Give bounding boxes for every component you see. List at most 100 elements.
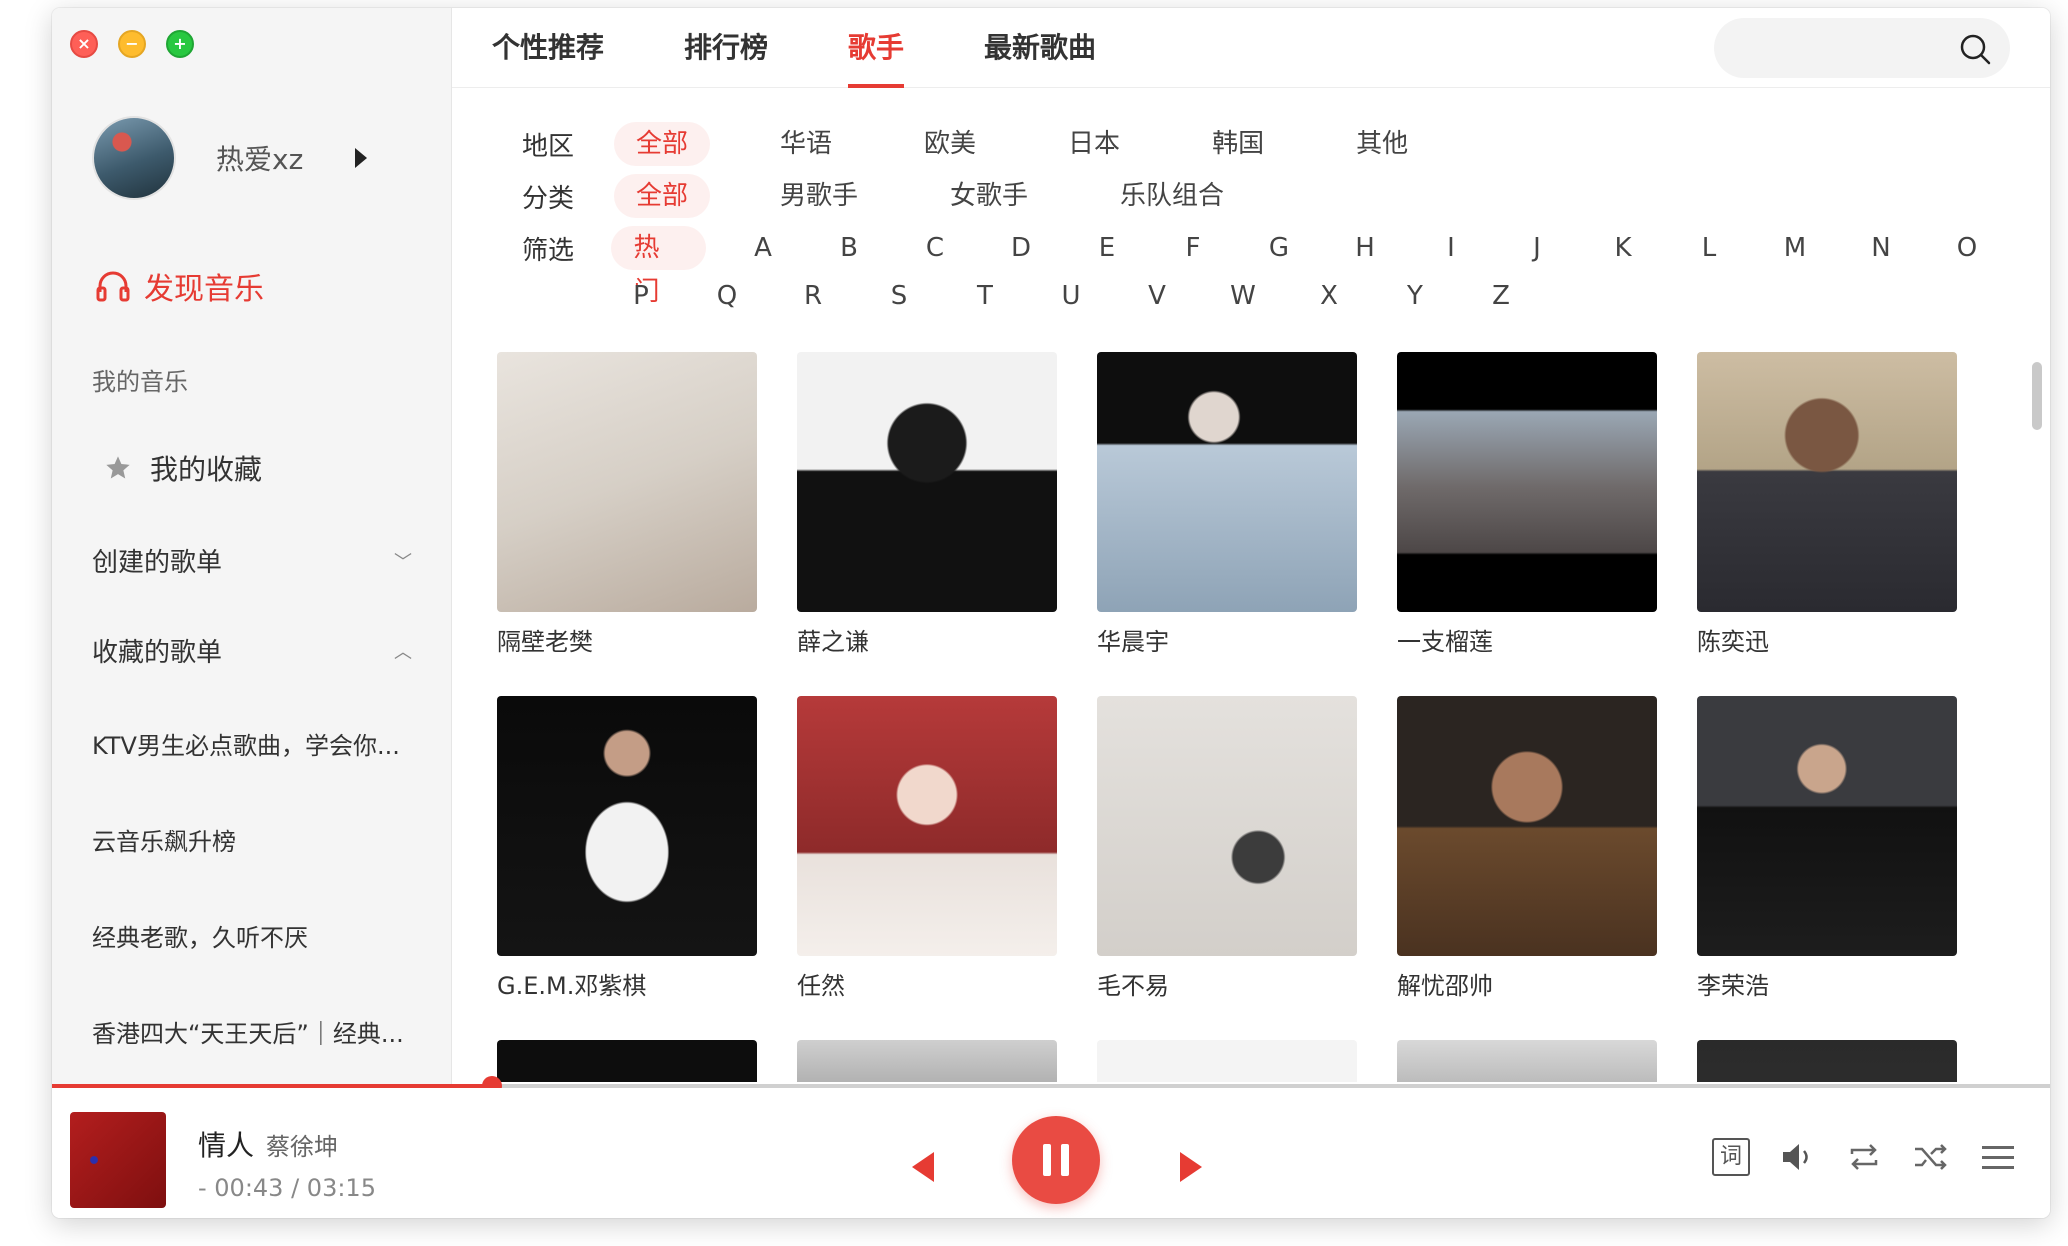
filter-option[interactable]: 华语 <box>758 122 854 166</box>
filter-letter[interactable]: W <box>1200 274 1286 318</box>
filter-option[interactable]: 全部 <box>614 122 711 166</box>
artist-photo[interactable] <box>1097 1040 1357 1082</box>
search-icon[interactable] <box>1958 32 1992 66</box>
filter-letter[interactable]: L <box>1666 226 1752 270</box>
filter-option[interactable]: 乐队组合 <box>1098 174 1246 218</box>
chevron-down-icon[interactable]: ﹀ <box>394 548 412 574</box>
maximize-window-button[interactable]: + <box>166 30 194 58</box>
playlist-menu-icon[interactable] <box>1980 1142 2016 1172</box>
artist-photo[interactable] <box>1097 696 1357 956</box>
artist-name[interactable]: 隔壁老樊 <box>497 622 757 657</box>
avatar[interactable] <box>92 116 176 200</box>
artist-photo[interactable] <box>797 352 1057 612</box>
artist-name[interactable]: 解忧邵帅 <box>1397 966 1657 1001</box>
caret-right-icon[interactable] <box>355 148 368 168</box>
filter-letter[interactable]: A <box>720 226 806 270</box>
close-window-button[interactable]: × <box>70 30 98 58</box>
filter-letter[interactable]: U <box>1028 274 1114 318</box>
artist-card[interactable] <box>797 1040 1057 1082</box>
artist-name[interactable]: 任然 <box>797 966 1057 1001</box>
lyrics-button[interactable]: 词 <box>1712 1138 1750 1176</box>
artist-photo[interactable] <box>1397 352 1657 612</box>
filter-letter[interactable]: G <box>1236 226 1322 270</box>
repeat-icon[interactable] <box>1846 1140 1882 1174</box>
filter-letter[interactable]: D <box>978 226 1064 270</box>
filter-letter[interactable]: B <box>806 226 892 270</box>
filter-letter[interactable]: V <box>1114 274 1200 318</box>
filter-letter[interactable]: J <box>1494 226 1580 270</box>
filter-letter[interactable]: E <box>1064 226 1150 270</box>
filter-option[interactable]: 欧美 <box>902 122 998 166</box>
artist-photo[interactable] <box>797 1040 1057 1082</box>
filter-letter[interactable]: T <box>942 274 1028 318</box>
artist-card[interactable] <box>1097 1040 1357 1082</box>
artist-name[interactable]: 薛之谦 <box>797 622 1057 657</box>
artist-card[interactable]: 解忧邵帅 <box>1397 696 1657 1001</box>
artist-card[interactable]: G.E.M.邓紫棋 <box>497 696 757 1001</box>
scrollbar[interactable] <box>2032 362 2042 430</box>
filter-letter[interactable]: Z <box>1458 274 1544 318</box>
filter-letter[interactable]: M <box>1752 226 1838 270</box>
filter-option[interactable]: 日本 <box>1046 122 1142 166</box>
artist-photo[interactable] <box>497 352 757 612</box>
artist-name[interactable]: G.E.M.邓紫棋 <box>497 966 757 1001</box>
user-profile[interactable]: 热爱xz <box>92 116 368 200</box>
artist-card[interactable]: 薛之谦 <box>797 352 1057 657</box>
chevron-up-icon[interactable]: ︿ <box>394 638 412 664</box>
user-name[interactable]: 热爱xz <box>216 138 303 178</box>
filter-letter[interactable]: X <box>1286 274 1372 318</box>
artist-photo[interactable] <box>797 696 1057 956</box>
artist-name[interactable]: 华晨宇 <box>1097 622 1357 657</box>
artist-card[interactable]: 陈奕迅 <box>1697 352 1957 657</box>
filter-letter[interactable]: Y <box>1372 274 1458 318</box>
artist-card[interactable] <box>1697 1040 1957 1082</box>
sidebar-playlist-item[interactable]: KTV男生必点歌曲，学会你... <box>92 726 412 761</box>
filter-option[interactable]: 女歌手 <box>928 174 1050 218</box>
sidebar-item-favorites[interactable]: 我的收藏 <box>104 448 262 488</box>
filter-option[interactable]: 男歌手 <box>758 174 880 218</box>
sidebar-item-discover[interactable]: 发现音乐 <box>96 264 264 308</box>
tab-new-songs[interactable]: 最新歌曲 <box>984 8 1096 88</box>
album-cover[interactable] <box>70 1112 166 1208</box>
artist-photo[interactable] <box>1697 1040 1957 1082</box>
volume-icon[interactable] <box>1780 1140 1816 1174</box>
artist-card[interactable] <box>497 1040 757 1082</box>
artist-card[interactable]: 隔壁老樊 <box>497 352 757 657</box>
filter-letter[interactable]: N <box>1838 226 1924 270</box>
artist-card[interactable]: 任然 <box>797 696 1057 1001</box>
sidebar-playlist-item[interactable]: 香港四大“天王天后”｜经典... <box>92 1014 412 1049</box>
next-track-icon[interactable] <box>1178 1150 1204 1184</box>
pause-button[interactable] <box>1012 1116 1100 1204</box>
artist-card[interactable]: 华晨宇 <box>1097 352 1357 657</box>
artist-name[interactable]: 毛不易 <box>1097 966 1357 1001</box>
filter-option[interactable]: 韩国 <box>1190 122 1286 166</box>
artist-photo[interactable] <box>1697 696 1957 956</box>
artist-photo[interactable] <box>1097 352 1357 612</box>
artist-name[interactable]: 李荣浩 <box>1697 966 1957 1001</box>
filter-option-hot[interactable]: 热门 <box>611 226 706 307</box>
artist-photo[interactable] <box>1397 696 1657 956</box>
filter-letter[interactable]: F <box>1150 226 1236 270</box>
filter-option[interactable]: 其他 <box>1334 122 1430 166</box>
tab-recommend[interactable]: 个性推荐 <box>492 8 604 88</box>
filter-letter[interactable]: S <box>856 274 942 318</box>
filter-letter[interactable]: C <box>892 226 978 270</box>
sidebar-playlist-item[interactable]: 云音乐飙升榜 <box>92 822 412 857</box>
artist-name[interactable]: 一支榴莲 <box>1397 622 1657 657</box>
artist-photo[interactable] <box>1697 352 1957 612</box>
artist-photo[interactable] <box>1397 1040 1657 1082</box>
song-artist[interactable]: 蔡徐坤 <box>266 1133 338 1161</box>
artist-card[interactable]: 毛不易 <box>1097 696 1357 1001</box>
filter-letter[interactable]: K <box>1580 226 1666 270</box>
sidebar-playlist-item[interactable]: 经典老歌，久听不厌 <box>92 918 412 953</box>
filter-letter[interactable]: R <box>770 274 856 318</box>
artist-card[interactable]: 一支榴莲 <box>1397 352 1657 657</box>
artist-name[interactable]: 陈奕迅 <box>1697 622 1957 657</box>
artist-photo[interactable] <box>497 1040 757 1082</box>
tab-artists[interactable]: 歌手 <box>848 8 905 88</box>
sidebar-item-created-playlists[interactable]: 创建的歌单 ﹀ <box>92 542 412 579</box>
artist-card[interactable] <box>1397 1040 1657 1082</box>
minimize-window-button[interactable]: − <box>118 30 146 58</box>
filter-letter[interactable]: Q <box>684 274 770 318</box>
filter-letter[interactable]: I <box>1408 226 1494 270</box>
